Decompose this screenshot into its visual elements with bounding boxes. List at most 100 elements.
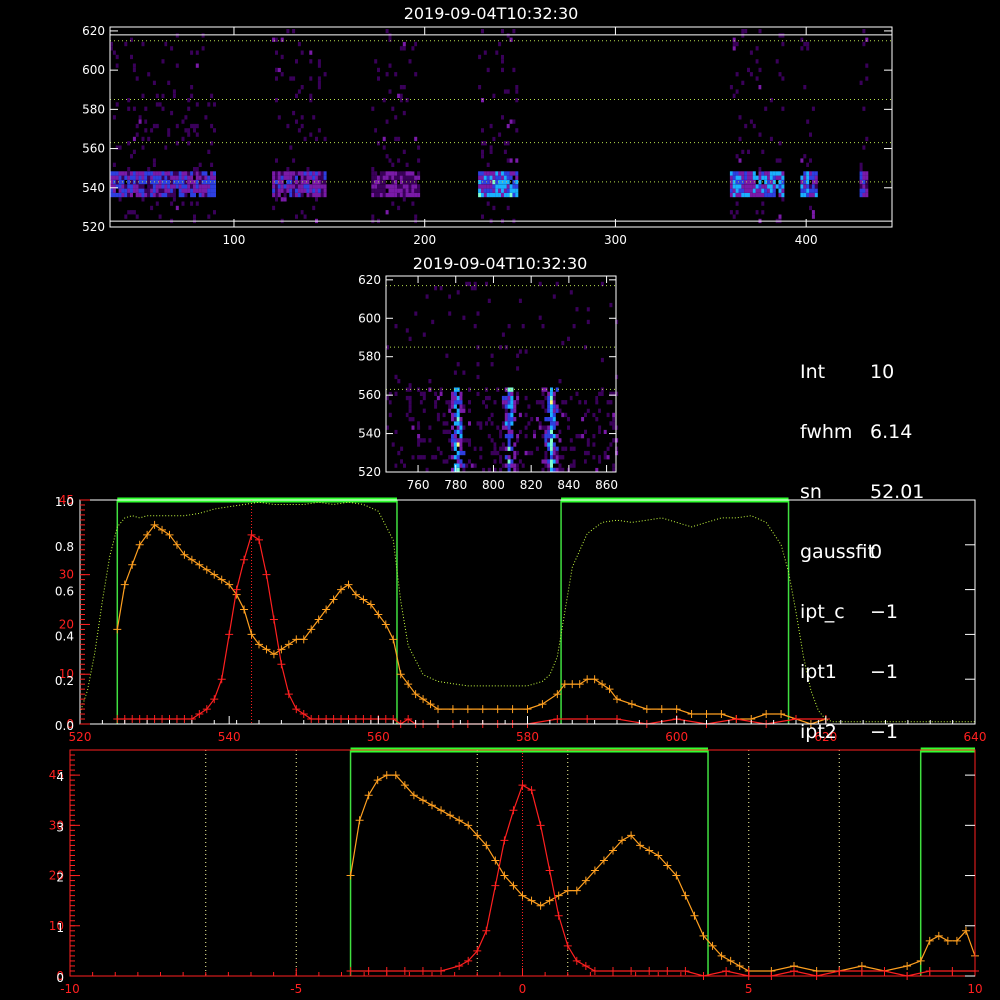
heatmap-cell bbox=[476, 391, 480, 396]
heatmap-cell bbox=[485, 438, 488, 443]
heatmap-cell bbox=[411, 417, 415, 422]
heatmap-cell bbox=[486, 162, 490, 167]
heatmap-cell bbox=[468, 408, 471, 413]
heatmap-cell bbox=[775, 171, 779, 176]
heatmap-cell bbox=[172, 171, 176, 176]
heatmap-cell bbox=[862, 106, 866, 111]
heatmap-cell bbox=[809, 132, 812, 137]
heatmap-cell bbox=[814, 171, 818, 176]
heatmap-cell bbox=[479, 281, 483, 287]
heatmap-cell bbox=[775, 184, 779, 189]
heatmap-cell bbox=[504, 395, 508, 401]
heatmap-cell bbox=[865, 171, 869, 176]
heatmap-cell bbox=[115, 63, 119, 68]
heatmap-cell bbox=[448, 400, 452, 405]
profile-point bbox=[903, 961, 912, 970]
heatmap-cell bbox=[414, 307, 418, 312]
profile-point bbox=[269, 650, 278, 659]
heatmap-cell bbox=[738, 158, 742, 163]
heatmap-cell bbox=[476, 421, 480, 426]
heatmap-cell bbox=[515, 188, 519, 193]
heatmap-cell bbox=[382, 184, 386, 189]
heatmap-cell bbox=[155, 192, 159, 198]
heatmap-cell bbox=[581, 391, 585, 396]
heatmap-cell bbox=[385, 175, 389, 180]
heatmap-cell bbox=[758, 85, 762, 90]
profile-point bbox=[500, 836, 509, 845]
heatmap-background bbox=[386, 276, 616, 472]
heatmap-cell bbox=[744, 123, 748, 129]
heatmap-cell bbox=[434, 349, 438, 354]
heatmap-cell bbox=[487, 400, 491, 405]
heatmap-cell bbox=[586, 319, 590, 325]
heatmap-cell bbox=[732, 93, 736, 98]
heatmap-cell bbox=[187, 205, 191, 211]
heatmap-cell bbox=[379, 85, 383, 90]
heatmap-cell bbox=[118, 197, 122, 202]
heatmap-cell bbox=[436, 417, 440, 422]
heatmap-cell bbox=[141, 136, 145, 142]
heatmap-cell bbox=[428, 450, 432, 456]
heatmap-cell bbox=[492, 136, 496, 142]
heatmap-cell bbox=[483, 171, 487, 176]
heatmap-cell bbox=[402, 37, 406, 42]
heatmap-cell bbox=[501, 67, 504, 73]
heatmap-cell bbox=[507, 417, 511, 422]
heatmap-cell bbox=[309, 184, 313, 189]
heatmap-cell bbox=[547, 298, 551, 303]
profile-point bbox=[346, 966, 355, 975]
heatmap-cell bbox=[501, 214, 504, 219]
heatmap-cell bbox=[761, 167, 765, 172]
heatmap-cell bbox=[456, 442, 460, 447]
heatmap-cell bbox=[451, 425, 454, 430]
heatmap-cell bbox=[300, 175, 304, 180]
heatmap-cell bbox=[141, 145, 145, 150]
heatmap-cell bbox=[492, 132, 496, 137]
heatmap-cell bbox=[132, 210, 136, 215]
heatmap-cell bbox=[272, 192, 276, 198]
heatmap-cell bbox=[544, 408, 548, 413]
heatmap-cell bbox=[152, 188, 156, 193]
profile-point bbox=[381, 715, 390, 724]
profile-point bbox=[598, 680, 607, 689]
heatmap-cell bbox=[144, 175, 148, 180]
heatmap-cell bbox=[470, 286, 474, 291]
heatmap-cell bbox=[210, 188, 214, 193]
heatmap-cell bbox=[478, 85, 482, 90]
heatmap-cell bbox=[510, 446, 514, 451]
heatmap-cell bbox=[379, 188, 383, 193]
heatmap-cell bbox=[388, 89, 392, 94]
heatmap-cell bbox=[747, 192, 750, 198]
heatmap-cell bbox=[499, 459, 503, 464]
heatmap-cell bbox=[397, 136, 401, 142]
heatmap-cell bbox=[118, 175, 122, 180]
heatmap-cell bbox=[738, 184, 742, 189]
heatmap-cell bbox=[803, 54, 807, 60]
heatmap-cell bbox=[190, 184, 194, 189]
heatmap-cell bbox=[524, 434, 528, 439]
heatmap-cell bbox=[150, 54, 154, 60]
heatmap-cell bbox=[533, 412, 536, 418]
heatmap-cell bbox=[603, 459, 607, 464]
heatmap-cell bbox=[544, 429, 548, 434]
heatmap-cell bbox=[303, 210, 307, 215]
heatmap-cell bbox=[732, 175, 736, 180]
heatmap-cell bbox=[552, 450, 556, 456]
heatmap-cell bbox=[550, 412, 553, 418]
heatmap-cell bbox=[507, 425, 511, 430]
heatmap-cell bbox=[561, 400, 565, 405]
y-secondary-tick-label: 0.2 bbox=[55, 674, 74, 688]
heatmap-cell bbox=[492, 59, 496, 64]
heatmap-cell bbox=[150, 128, 154, 133]
heatmap-cell bbox=[612, 421, 616, 426]
heatmap-cell bbox=[121, 141, 125, 146]
heatmap-cell bbox=[292, 188, 296, 193]
heatmap-cell bbox=[422, 467, 426, 473]
heatmap-cell bbox=[569, 446, 573, 451]
heatmap-cell bbox=[402, 171, 406, 176]
heatmap-cell bbox=[581, 417, 585, 422]
heatmap-cell bbox=[507, 446, 511, 451]
heatmap-cell bbox=[584, 400, 587, 405]
heatmap-cell bbox=[323, 171, 327, 176]
heatmap-cell bbox=[592, 442, 596, 447]
